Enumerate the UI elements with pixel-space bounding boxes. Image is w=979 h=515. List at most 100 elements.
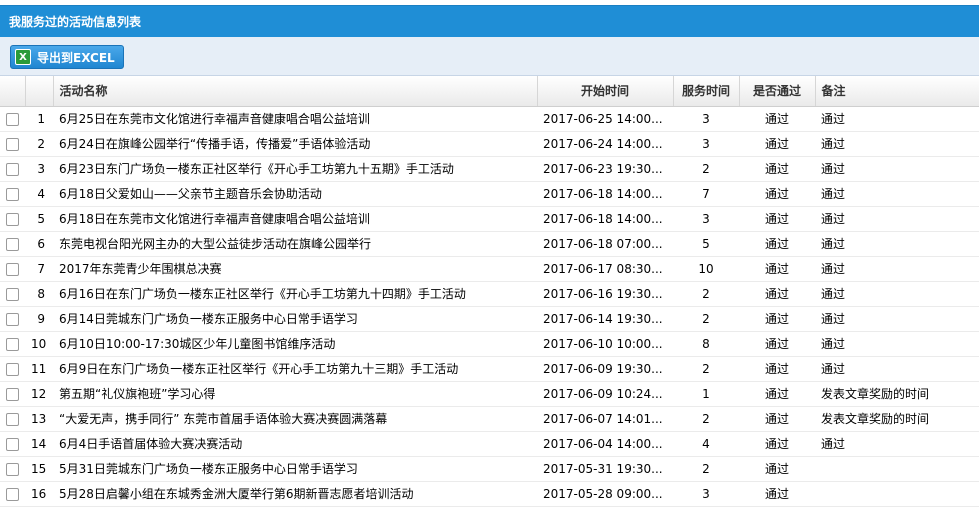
activity-name-cell: 第五期“礼仪旗袍班”学习心得 — [53, 381, 537, 407]
column-header-start-time[interactable]: 开始时间 — [537, 76, 674, 107]
table-row[interactable]: 4 6月18日父爱如山——父亲节主题音乐会协助活动 2017-06-18 14:00… — [0, 181, 979, 207]
start-time-cell: 2017-06-16 19:30... — [537, 281, 673, 307]
service-hours-cell: 10 — [673, 256, 739, 282]
row-checkbox[interactable] — [6, 487, 19, 501]
approval-status-cell: 通过 — [739, 456, 815, 482]
column-header-service-hours[interactable]: 服务时间 — [673, 76, 740, 107]
service-hours-cell: 1 — [673, 381, 739, 407]
activity-name-cell: “大爱无声，携手同行” 东莞市首届手语体验大赛决赛圆满落幕 — [53, 406, 537, 432]
row-checkbox[interactable] — [6, 212, 19, 226]
column-header-remark[interactable]: 备注 — [815, 76, 979, 107]
header-rownum-cell — [25, 76, 54, 107]
remark-cell: 通过 — [815, 156, 979, 182]
table-row[interactable]: 2 6月24日在旗峰公园举行“传播手语，传播爱”手语体验活动 2017-06-24 … — [0, 131, 979, 157]
start-time-cell: 2017-05-28 09:00... — [537, 481, 673, 507]
approval-status-cell: 通过 — [739, 256, 815, 282]
header-checkbox-cell — [0, 76, 26, 107]
row-checkbox[interactable] — [6, 337, 19, 351]
activity-name-cell: 6月23日东门广场负一楼东正社区举行《开心手工坊第九十五期》手工活动 — [53, 156, 537, 182]
row-checkbox[interactable] — [6, 412, 19, 426]
service-hours-cell: 2 — [673, 281, 739, 307]
row-number-cell: 13 — [25, 406, 53, 432]
remark-cell: 通过 — [815, 181, 979, 207]
service-hours-cell: 2 — [673, 156, 739, 182]
activity-name-cell: 6月4日手语首届体验大赛决赛活动 — [53, 431, 537, 457]
toolbar: X 导出到EXCEL — [0, 37, 979, 76]
table-row[interactable]: 1 6月25日在东莞市文化馆进行幸福声音健康唱合唱公益培训 2017-06-25 1… — [0, 106, 979, 132]
service-hours-cell: 3 — [673, 106, 739, 132]
row-checkbox[interactable] — [6, 137, 19, 151]
row-checkbox-cell — [0, 281, 25, 307]
table-row[interactable]: 3 6月23日东门广场负一楼东正社区举行《开心手工坊第九十五期》手工活动 2017-… — [0, 156, 979, 182]
table-row[interactable]: 15 5月31日莞城东门广场负一楼东正服务中心日常手语学习 2017-05-31 1… — [0, 456, 979, 482]
approval-status-cell: 通过 — [739, 381, 815, 407]
table-row[interactable]: 10 6月10日10:00-17:30城区少年儿童图书馆维序活动 2017-06-1… — [0, 331, 979, 357]
approval-status-cell: 通过 — [739, 281, 815, 307]
excel-icon: X — [15, 49, 31, 65]
table-row[interactable]: 11 6月9日在东门广场负一楼东正社区举行《开心手工坊第九十三期》手工活动 2017… — [0, 356, 979, 382]
service-hours-cell: 7 — [673, 181, 739, 207]
service-hours-cell: 2 — [673, 356, 739, 382]
table-row[interactable]: 14 6月4日手语首届体验大赛决赛活动 2017-06-04 14:00... 4 通过… — [0, 431, 979, 457]
start-time-cell: 2017-06-24 14:00... — [537, 131, 673, 157]
start-time-cell: 2017-06-17 08:30... — [537, 256, 673, 282]
approval-status-cell: 通过 — [739, 181, 815, 207]
column-header-approved[interactable]: 是否通过 — [739, 76, 816, 107]
row-checkbox[interactable] — [6, 287, 19, 301]
table-row[interactable]: 6 东莞电视台阳光网主办的大型公益徒步活动在旗峰公园举行 2017-06-18 07… — [0, 231, 979, 257]
activity-name-cell: 6月24日在旗峰公园举行“传播手语，传播爱”手语体验活动 — [53, 131, 537, 157]
activity-name-cell: 6月14日莞城东门广场负一楼东正服务中心日常手语学习 — [53, 306, 537, 332]
approval-status-cell: 通过 — [739, 331, 815, 357]
table-row[interactable]: 8 6月16日在东门广场负一楼东正社区举行《开心手工坊第九十四期》手工活动 2017… — [0, 281, 979, 307]
table-row[interactable]: 5 6月18日在东莞市文化馆进行幸福声音健康唱合唱公益培训 2017-06-18 1… — [0, 206, 979, 232]
start-time-cell: 2017-06-18 07:00... — [537, 231, 673, 257]
row-number-cell: 3 — [25, 156, 53, 182]
row-checkbox[interactable] — [6, 237, 19, 251]
table-row[interactable]: 9 6月14日莞城东门广场负一楼东正服务中心日常手语学习 2017-06-14 19… — [0, 306, 979, 332]
table-row[interactable]: 7 2017年东莞青少年围棋总决赛 2017-06-17 08:30... 10 通过通… — [0, 256, 979, 282]
service-hours-cell: 2 — [673, 306, 739, 332]
row-number-cell: 8 — [25, 281, 53, 307]
service-hours-cell: 3 — [673, 481, 739, 507]
remark-cell: 通过 — [815, 106, 979, 132]
remark-cell: 通过 — [815, 431, 979, 457]
row-checkbox-cell — [0, 156, 25, 182]
column-header-name[interactable]: 活动名称 — [53, 76, 538, 107]
start-time-cell: 2017-06-09 19:30... — [537, 356, 673, 382]
remark-cell: 通过 — [815, 131, 979, 157]
row-checkbox[interactable] — [6, 437, 19, 451]
row-number-cell: 14 — [25, 431, 53, 457]
table-row[interactable]: 13 “大爱无声，携手同行” 东莞市首届手语体验大赛决赛圆满落幕 2017-06-0… — [0, 406, 979, 432]
row-checkbox[interactable] — [6, 387, 19, 401]
row-number-cell: 1 — [25, 106, 53, 132]
row-checkbox[interactable] — [6, 462, 19, 476]
service-hours-cell: 2 — [673, 456, 739, 482]
table-header: 活动名称 开始时间 服务时间 是否通过 备注 — [0, 76, 979, 107]
export-excel-button[interactable]: X 导出到EXCEL — [10, 45, 124, 69]
row-checkbox[interactable] — [6, 112, 19, 126]
approval-status-cell: 通过 — [739, 306, 815, 332]
remark-cell: 通过 — [815, 306, 979, 332]
row-checkbox-cell — [0, 131, 25, 157]
approval-status-cell: 通过 — [739, 106, 815, 132]
start-time-cell: 2017-06-10 10:00... — [537, 331, 673, 357]
row-checkbox[interactable] — [6, 262, 19, 276]
row-checkbox-cell — [0, 381, 25, 407]
table-row[interactable]: 16 5月28日启馨小组在东城秀金洲大厦举行第6期新晋志愿者培训活动 2017-05… — [0, 481, 979, 507]
approval-status-cell: 通过 — [739, 356, 815, 382]
row-checkbox[interactable] — [6, 312, 19, 326]
table-row[interactable]: 12 第五期“礼仪旗袍班”学习心得 2017-06-09 10:24... 1 通过 发表… — [0, 381, 979, 407]
row-checkbox[interactable] — [6, 362, 19, 376]
remark-cell: 通过 — [815, 206, 979, 232]
activity-name-cell: 6月16日在东门广场负一楼东正社区举行《开心手工坊第九十四期》手工活动 — [53, 281, 537, 307]
approval-status-cell: 通过 — [739, 481, 815, 507]
approval-status-cell: 通过 — [739, 131, 815, 157]
remark-cell: 通过 — [815, 331, 979, 357]
start-time-cell: 2017-06-18 14:00... — [537, 206, 673, 232]
row-checkbox[interactable] — [6, 162, 19, 176]
row-number-cell: 6 — [25, 231, 53, 257]
row-checkbox-cell — [0, 456, 25, 482]
activity-name-cell: 6月9日在东门广场负一楼东正社区举行《开心手工坊第九十三期》手工活动 — [53, 356, 537, 382]
approval-status-cell: 通过 — [739, 406, 815, 432]
row-checkbox[interactable] — [6, 187, 19, 201]
